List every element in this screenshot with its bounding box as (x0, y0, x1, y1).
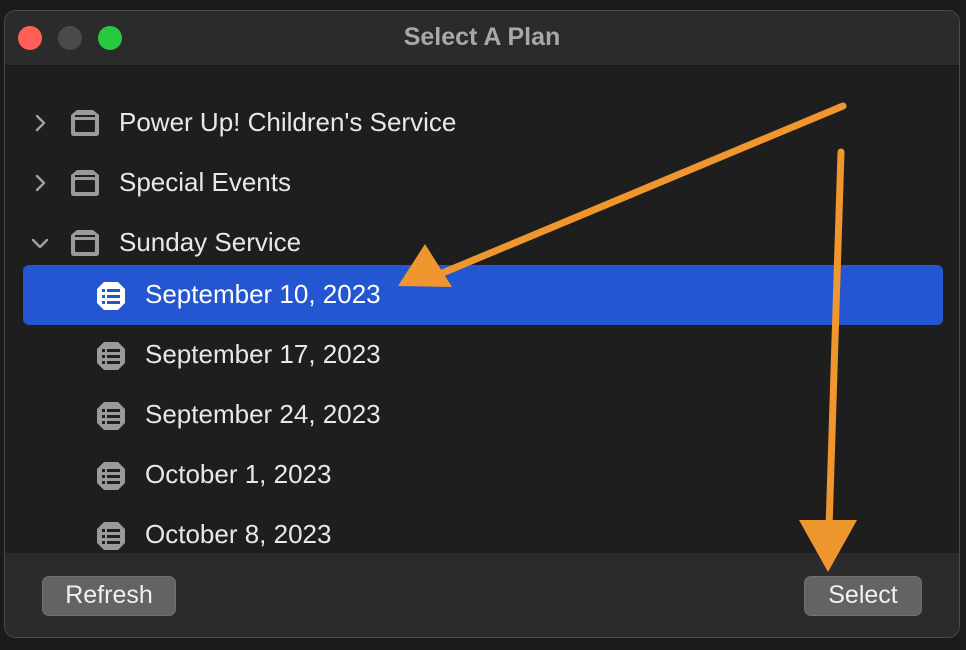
folder-icon (71, 110, 99, 136)
folder-row-special-events[interactable]: Special Events (23, 153, 943, 213)
plan-row[interactable]: October 8, 2023 (23, 505, 943, 553)
folder-row-sunday-service[interactable]: Sunday Service (23, 213, 943, 273)
dialog-footer: Refresh Select (5, 553, 959, 637)
plan-label: October 1, 2023 (145, 459, 332, 489)
select-plan-dialog: Select A Plan Power Up! Children's Servi… (4, 10, 960, 638)
plan-label: October 8, 2023 (145, 519, 332, 549)
plan-label: September 17, 2023 (145, 339, 381, 369)
folder-label: Sunday Service (119, 227, 302, 257)
plan-list-icon (97, 522, 125, 550)
plan-label: September 24, 2023 (145, 399, 381, 429)
folder-label: Power Up! Children's Service (119, 107, 457, 137)
chevron-down-icon[interactable] (29, 232, 51, 254)
plan-list-icon (97, 342, 125, 370)
refresh-button[interactable]: Refresh (42, 576, 176, 616)
plan-list-icon (97, 282, 125, 310)
title-bar: Select A Plan (5, 11, 959, 66)
plan-row[interactable]: September 17, 2023 (23, 325, 943, 385)
plan-row[interactable]: September 24, 2023 (23, 385, 943, 445)
plan-tree-list[interactable]: Power Up! Children's Service Special Eve… (5, 66, 959, 553)
folder-label: Special Events (119, 167, 291, 197)
plan-list-icon (97, 402, 125, 430)
folder-icon (71, 230, 99, 256)
plan-row[interactable]: October 1, 2023 (23, 445, 943, 505)
window-title: Select A Plan (403, 23, 561, 51)
folder-icon (71, 170, 99, 196)
plan-label: September 10, 2023 (145, 279, 381, 309)
plan-row-selected[interactable]: September 10, 2023 (23, 265, 943, 325)
select-button[interactable]: Select (804, 576, 922, 616)
chevron-right-icon[interactable] (29, 172, 51, 194)
folder-row-power-up[interactable]: Power Up! Children's Service (23, 93, 943, 153)
plan-list-icon (97, 462, 125, 490)
chevron-right-icon[interactable] (29, 112, 51, 134)
